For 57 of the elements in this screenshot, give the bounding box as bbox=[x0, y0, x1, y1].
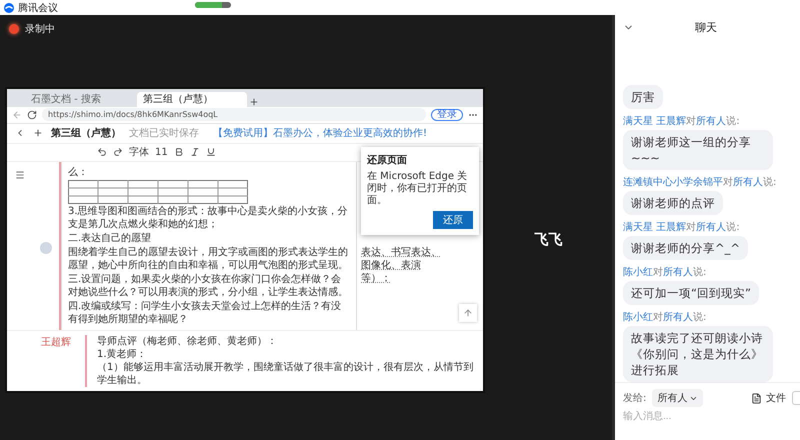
address-field[interactable]: https://shimo.im/docs/8hk6MKanrSsw4oqL bbox=[42, 108, 426, 121]
recording-status: 录制中 bbox=[25, 22, 55, 36]
network-meter bbox=[195, 2, 231, 8]
reload-icon[interactable] bbox=[27, 110, 37, 120]
document-paragraph: 三.设置问题，如果卖火柴的小女孩在你家门口你会怎样做？会对她说些什么？可以用表演的形式，分小组，让学生表达情感。 bbox=[68, 272, 349, 298]
bold-icon[interactable] bbox=[174, 147, 184, 157]
message-sender: 连滩镇中心小学余锦平对所有人说: bbox=[623, 176, 776, 189]
new-tab-icon[interactable] bbox=[249, 96, 259, 106]
side-note: 表达、书写表达、图像化、表演等）； bbox=[361, 246, 442, 284]
message-bubble: 谢谢老师这一组的分享~~~ bbox=[623, 130, 773, 170]
message-sender: 满天星 王晨辉对所有人说: bbox=[623, 114, 740, 128]
outline-icon[interactable] bbox=[15, 170, 25, 180]
message-sender: 陈小红对所有人说: bbox=[623, 266, 706, 279]
underline-icon[interactable] bbox=[206, 147, 216, 157]
review-paragraph: 导师点评（梅老师、徐老师、黄老师）： bbox=[97, 334, 278, 348]
font-size-select[interactable]: 11 bbox=[155, 146, 168, 158]
add-icon[interactable] bbox=[33, 128, 43, 138]
message-bubble: 厉害 bbox=[623, 85, 663, 109]
document-title: 第三组（卢慧） bbox=[51, 126, 121, 140]
chat-title: 聊天 bbox=[694, 20, 718, 34]
review-paragraph: 1.黄老师： bbox=[97, 348, 148, 360]
app-title: 腾讯会议 bbox=[18, 2, 58, 14]
save-status: 文档已实时保存 bbox=[129, 126, 199, 140]
redo-icon[interactable] bbox=[113, 147, 123, 157]
message-bubble: 还可加一项“回到现实” bbox=[623, 281, 759, 305]
dialog-title: 还原页面 bbox=[367, 154, 408, 166]
browser-tab[interactable]: 第三组（卢慧） bbox=[137, 92, 247, 106]
message-bubble: 谢谢老师的点评 bbox=[623, 191, 723, 215]
undo-icon[interactable] bbox=[97, 147, 107, 157]
send-to-label: 发给: bbox=[623, 392, 646, 405]
document-paragraph: 围绕着学生自己的愿望去设计，用文字或画图的形式表达学生的愿望，她心中所向往的自由和幸福，可以用气泡图的形式呈现。 bbox=[68, 246, 349, 272]
font-select[interactable]: 字体 bbox=[129, 145, 149, 159]
restore-button[interactable]: 还原 bbox=[433, 210, 473, 228]
reviewer-name: 王超辉 bbox=[7, 334, 87, 386]
recording-dot-icon bbox=[9, 24, 19, 34]
review-paragraph: （1）能够运用丰富活动展开教学，围绕童话做了很丰富的设计，很有层次，从情节到学生输出。 bbox=[97, 360, 474, 386]
browser-tab[interactable]: 石墨文档 - 搜索 bbox=[25, 92, 135, 106]
document-paragraph: 二.表达自己的愿望 bbox=[68, 232, 152, 244]
file-icon bbox=[751, 392, 762, 404]
document-paragraph: 3.思维导图和图画结合的形式：故事中心是卖火柴的小女孩，分支是第几次点燃火柴和她的幻想； bbox=[68, 204, 349, 230]
document-paragraph: 四.改编或续写：问学生小女孩去天堂会过上怎样的生活？有没有得到她所期望的幸福呢？ bbox=[68, 300, 342, 326]
promo-link[interactable]: 【免费试用】石墨办公，体验企业更高效的协作! bbox=[213, 126, 428, 140]
document-paragraph: 么： bbox=[68, 166, 89, 178]
avatar-circle bbox=[40, 242, 52, 254]
file-button[interactable]: 文件 bbox=[751, 391, 786, 405]
message-sender: 满天星 王晨辉对所有人说: bbox=[623, 220, 740, 234]
dialog-message: 在 Microsoft Edge 关闭时，你有已打开的页面。 bbox=[367, 170, 468, 206]
message-sender: 陈小红对所有人说: bbox=[623, 310, 706, 324]
message-bubble: 谢谢老师的分享^_^ bbox=[623, 236, 748, 260]
message-bubble: 故事读完了还可朗读小诗《你别问，这是为什么》进行拓展 bbox=[623, 326, 773, 382]
arrow-up-icon bbox=[463, 308, 473, 318]
scroll-top-button[interactable] bbox=[459, 304, 477, 322]
italic-icon[interactable] bbox=[190, 147, 200, 157]
recipient-select[interactable]: 所有人 bbox=[652, 389, 704, 407]
login-button[interactable]: 登录 bbox=[431, 108, 463, 120]
app-logo-icon bbox=[4, 2, 14, 12]
participant-name: 飞飞 bbox=[534, 230, 562, 248]
